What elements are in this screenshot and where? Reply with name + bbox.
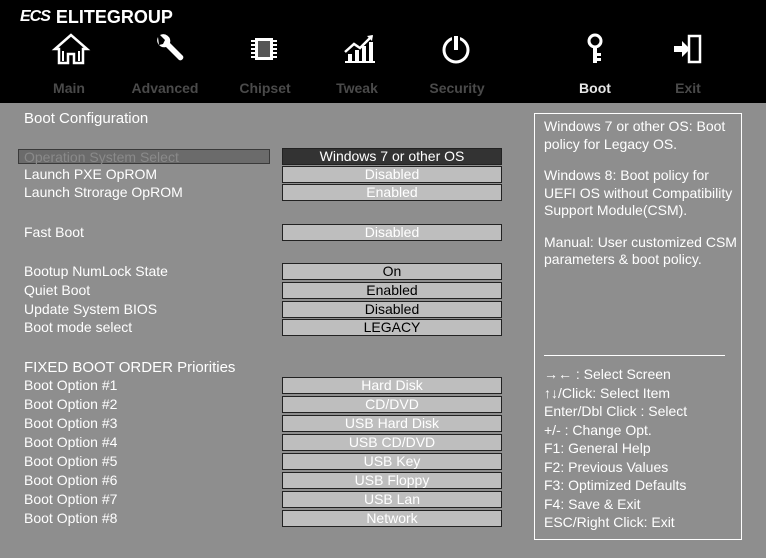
key-legend: →← : Select Screen ↑↓/Click: Select Item…: [544, 365, 687, 532]
help-paragraph: Windows 8: Boot policy for UEFI OS witho…: [544, 167, 733, 218]
key-hint: ESC/Right Click: Exit: [544, 514, 675, 530]
os-select-label[interactable]: Operation System Select: [18, 149, 270, 165]
fast-boot-label[interactable]: Fast Boot: [24, 224, 84, 240]
tab-chipset[interactable]: Chipset: [220, 80, 310, 96]
key-hint: +/- : Change Opt.: [544, 421, 652, 438]
help-paragraph: Manual: User customized CSM parameters &…: [544, 233, 737, 268]
home-icon[interactable]: [51, 32, 91, 66]
key-hint: Enter/Dbl Click : Select: [544, 403, 688, 419]
key-hint: →← : Select Screen: [544, 366, 671, 382]
key-hint: F2: Previous Values: [544, 458, 669, 475]
boot-option-value[interactable]: Network: [282, 510, 502, 527]
brand-name: ELITEGROUP: [55, 6, 173, 27]
boot-option-label[interactable]: Boot Option #6: [24, 472, 117, 488]
fixed-order-title: FIXED BOOT ORDER Priorities: [24, 359, 236, 376]
boot-option-label[interactable]: Boot Option #1: [24, 377, 117, 393]
update-bios-label[interactable]: Update System BIOS: [24, 301, 157, 317]
help-panel: Windows 7 or other OS: Boot policy for L…: [534, 113, 742, 540]
boot-mode-value[interactable]: LEGACY: [282, 319, 502, 336]
power-icon[interactable]: [436, 32, 476, 66]
boot-option-value[interactable]: USB CD/DVD: [282, 434, 502, 451]
tab-exit[interactable]: Exit: [643, 80, 733, 96]
boot-option-value[interactable]: Hard Disk: [282, 377, 502, 394]
boot-option-label[interactable]: Boot Option #5: [24, 453, 117, 469]
boot-option-label[interactable]: Boot Option #3: [24, 415, 117, 431]
pxe-label[interactable]: Launch PXE OpROM: [24, 166, 157, 182]
boot-option-label[interactable]: Boot Option #4: [24, 434, 117, 450]
tab-advanced[interactable]: Advanced: [120, 80, 210, 96]
boot-option-label[interactable]: Boot Option #8: [24, 510, 117, 526]
settings-panel: Boot Configuration Operation System Sele…: [0, 103, 530, 558]
boot-option-value[interactable]: USB Lan: [282, 491, 502, 508]
quiet-boot-label[interactable]: Quiet Boot: [24, 282, 90, 298]
key-hint: ↑↓/Click: Select Item: [544, 384, 671, 401]
boot-mode-label[interactable]: Boot mode select: [24, 319, 132, 335]
ecs-logo-mark: ECS: [20, 8, 51, 25]
tab-security[interactable]: Security: [412, 80, 502, 96]
boot-option-value[interactable]: USB Hard Disk: [282, 415, 502, 432]
boot-option-value[interactable]: USB Floppy: [282, 472, 502, 489]
help-text: Windows 7 or other OS: Boot policy for L…: [544, 118, 738, 283]
numlock-value[interactable]: On: [282, 263, 502, 280]
numlock-label[interactable]: Bootup NumLock State: [24, 263, 168, 279]
key-icon[interactable]: [575, 32, 615, 66]
storage-value[interactable]: Enabled: [282, 184, 502, 201]
exit-icon[interactable]: [668, 32, 708, 66]
fast-boot-value[interactable]: Disabled: [282, 224, 502, 241]
key-hint: F4: Save & Exit: [544, 495, 641, 512]
pxe-value[interactable]: Disabled: [282, 166, 502, 183]
key-hint: F1: General Help: [544, 440, 651, 456]
boot-option-label[interactable]: Boot Option #2: [24, 396, 117, 412]
brand-logo: ECS ELITEGROUP: [20, 5, 173, 29]
bios-screen: ECS ELITEGROUP Main Advanced Chipset Twe…: [0, 0, 766, 558]
boot-option-value[interactable]: USB Key: [282, 453, 502, 470]
key-hint: F3: Optimized Defaults: [544, 477, 687, 493]
os-select-value[interactable]: Windows 7 or other OS: [282, 148, 502, 165]
storage-label[interactable]: Launch Strorage OpROM: [24, 184, 183, 200]
help-divider: [544, 355, 725, 356]
header-bar: ECS ELITEGROUP Main Advanced Chipset Twe…: [0, 0, 766, 103]
tab-tweak[interactable]: Tweak: [312, 80, 402, 96]
boot-option-label[interactable]: Boot Option #7: [24, 491, 117, 507]
chip-icon[interactable]: [244, 32, 284, 66]
boot-option-value[interactable]: CD/DVD: [282, 396, 502, 413]
tab-boot[interactable]: Boot: [550, 80, 640, 96]
chart-icon[interactable]: [339, 32, 379, 66]
tab-main[interactable]: Main: [24, 80, 114, 96]
wrench-icon[interactable]: [149, 32, 189, 66]
update-bios-value[interactable]: Disabled: [282, 301, 502, 318]
help-paragraph: Windows 7 or other OS: Boot policy for L…: [544, 118, 726, 152]
quiet-boot-value[interactable]: Enabled: [282, 282, 502, 299]
section-title: Boot Configuration: [24, 110, 149, 127]
